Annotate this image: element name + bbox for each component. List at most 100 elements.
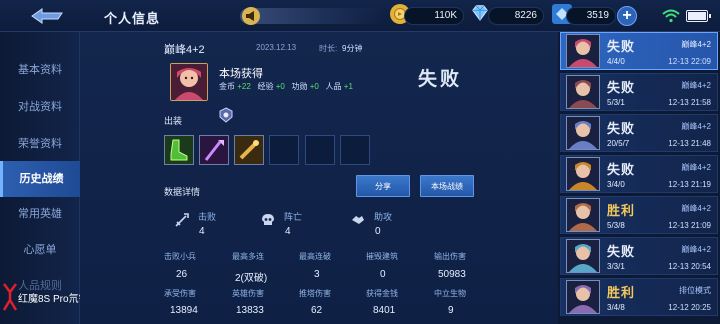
history-time: 12-13 21:58 — [668, 98, 711, 107]
history-result: 胜利 — [607, 285, 636, 300]
equipment-slot-empty — [269, 135, 299, 165]
hero-avatar — [566, 198, 600, 232]
hero-avatar — [566, 75, 600, 109]
stat-value: 3 — [314, 269, 320, 280]
page-title: 个人信息 — [104, 11, 161, 26]
stat-value: 62 — [311, 305, 323, 316]
reward-row: 金币 +22 经验 +0 功勋 +0 人品 +1 — [219, 81, 353, 92]
back-button[interactable] — [26, 5, 70, 27]
history-time: 12-12 20:25 — [668, 303, 711, 312]
history-mode: 巅峰4+2 — [681, 122, 711, 131]
stat-label: 承受伤害 — [164, 289, 196, 298]
history-kda: 5/3/1 — [607, 98, 625, 107]
hero-portrait[interactable] — [170, 63, 208, 101]
sidebar-item-wishlist[interactable]: 心愿单 — [0, 232, 80, 268]
assists-label: 助攻 — [374, 212, 393, 222]
history-kda: 4/4/0 — [607, 57, 625, 66]
assists-stat: 助攻 0 — [350, 210, 430, 240]
match-scoreboard-button[interactable]: 本场战绩 — [420, 175, 474, 197]
reward-merit-value: +0 — [309, 82, 319, 91]
back-arrow-icon — [31, 8, 63, 24]
history-result: 失败 — [607, 39, 636, 54]
reward-credit-value: +1 — [343, 82, 353, 91]
history-kda: 3/4/8 — [607, 303, 625, 312]
match-history-list: 失败 巅峰4+2 4/4/0 12-13 22:09 失败 巅峰4+2 5/3/… — [558, 32, 720, 324]
hero-avatar — [566, 34, 600, 68]
history-mode: 巅峰4+2 — [681, 163, 711, 172]
sidebar-item-battle-info[interactable]: 对战资料 — [0, 89, 80, 125]
announcement-bar[interactable] — [240, 7, 385, 25]
reward-gold-value: +22 — [237, 82, 251, 91]
match-date: 2023.12.13 — [256, 43, 297, 52]
megaphone-icon — [242, 7, 260, 25]
reward-credit-label: 人品 — [325, 82, 342, 91]
assists-value: 0 — [375, 226, 381, 237]
sidebar: 基本资料 对战资料 荣誉资料 历史战绩 常用英雄 心愿单 人品规则 — [0, 32, 80, 324]
reward-exp-label: 经验 — [257, 82, 274, 91]
handshake-icon — [352, 216, 364, 224]
duration-value: 9分钟 — [342, 44, 363, 53]
data-details-label: 数据详情 — [164, 187, 201, 197]
history-kda: 3/4/0 — [607, 180, 625, 189]
equipment-slot-staff[interactable] — [199, 135, 229, 165]
diamond-icon — [470, 3, 490, 23]
kills-value: 4 — [199, 226, 205, 237]
history-result: 失败 — [607, 162, 636, 177]
history-kda: 20/5/7 — [607, 139, 630, 148]
stat-value: 9 — [448, 305, 454, 316]
stat-label: 最高连破 — [299, 252, 331, 261]
stat-label: 中立生物 — [434, 289, 466, 298]
hero-avatar — [566, 280, 600, 314]
history-time: 12-13 21:48 — [668, 139, 711, 148]
stat-value: 13833 — [236, 305, 264, 316]
match-result: 失败 — [418, 69, 463, 90]
hero-avatar — [566, 116, 600, 150]
history-kda: 3/3/1 — [607, 262, 625, 271]
history-card[interactable]: 失败 巅峰4+2 3/4/0 12-13 21:19 — [560, 155, 718, 193]
history-card[interactable]: 失败 巅峰4+2 3/3/1 12-13 20:54 — [560, 237, 718, 275]
add-currency-button[interactable]: + — [617, 6, 637, 26]
equipment-slot-boots[interactable] — [164, 135, 194, 165]
history-card[interactable]: 失败 巅峰4+2 4/4/0 12-13 22:09 — [560, 32, 718, 70]
stat-value: 26 — [176, 269, 188, 280]
stat-label: 输出伤害 — [434, 252, 466, 261]
deaths-stat: 阵亡 4 — [260, 210, 340, 240]
voucher-amount: 3519 — [566, 7, 616, 25]
top-bar: 个人信息 110K 8226 3519 + — [0, 0, 720, 32]
history-result: 失败 — [607, 80, 636, 95]
share-button[interactable]: 分享 — [356, 175, 410, 197]
equipment-slot-gauntlet[interactable] — [234, 135, 264, 165]
stat-value: 50983 — [438, 269, 466, 280]
deaths-value: 4 — [285, 226, 291, 237]
sidebar-item-common-heroes[interactable]: 常用英雄 — [0, 196, 80, 232]
history-card[interactable]: 胜利 排位模式 3/4/8 12-12 20:25 — [560, 278, 718, 316]
reward-gold-label: 金币 — [219, 82, 235, 91]
reward-exp-value: +0 — [275, 82, 285, 91]
sidebar-item-honor-info[interactable]: 荣誉资料 — [0, 126, 80, 162]
history-mode: 排位模式 — [679, 286, 711, 295]
history-card[interactable]: 失败 巅峰4+2 5/3/1 12-13 21:58 — [560, 73, 718, 111]
history-time: 12-13 20:54 — [668, 262, 711, 271]
history-kda: 5/3/8 — [607, 221, 625, 230]
reward-merit-label: 功勋 — [291, 82, 308, 91]
stat-label: 获得金钱 — [366, 289, 398, 298]
stat-label: 英雄伤害 — [232, 289, 264, 298]
sidebar-item-basic-info[interactable]: 基本资料 — [0, 52, 80, 88]
stat-value: 8401 — [373, 305, 396, 316]
history-mode: 巅峰4+2 — [681, 40, 711, 49]
history-card[interactable]: 失败 巅峰4+2 20/5/7 12-13 21:48 — [560, 114, 718, 152]
history-result: 胜利 — [607, 203, 636, 218]
history-time: 12-13 22:09 — [668, 57, 711, 66]
history-time: 12-13 21:19 — [668, 180, 711, 189]
rank-badge-icon — [219, 107, 233, 123]
deaths-label: 阵亡 — [284, 212, 303, 222]
sidebar-item-match-history[interactable]: 历史战绩 — [0, 161, 80, 197]
wifi-icon — [662, 9, 680, 23]
history-card[interactable]: 胜利 巅峰4+2 5/3/8 12-13 21:09 — [560, 196, 718, 234]
duration-label: 时长: — [319, 44, 338, 53]
hero-avatar — [566, 239, 600, 273]
battery-icon — [686, 10, 711, 22]
equipment-slot-empty — [305, 135, 335, 165]
stat-label: 最高多连 — [232, 252, 264, 261]
stat-value: 0 — [380, 269, 386, 280]
